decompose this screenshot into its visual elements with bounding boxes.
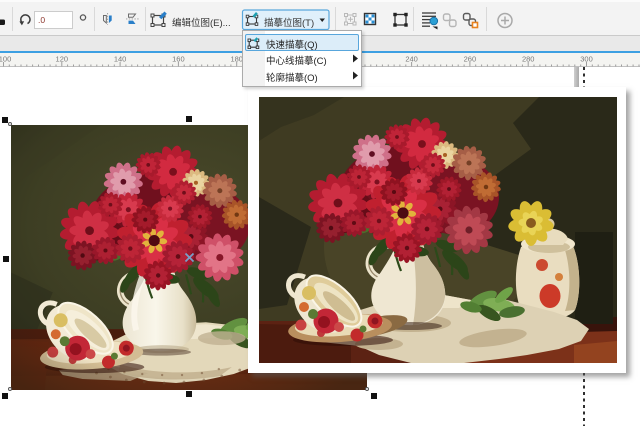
svg-text:100: 100 [0, 55, 11, 64]
svg-text:.0: .0 [38, 15, 45, 25]
